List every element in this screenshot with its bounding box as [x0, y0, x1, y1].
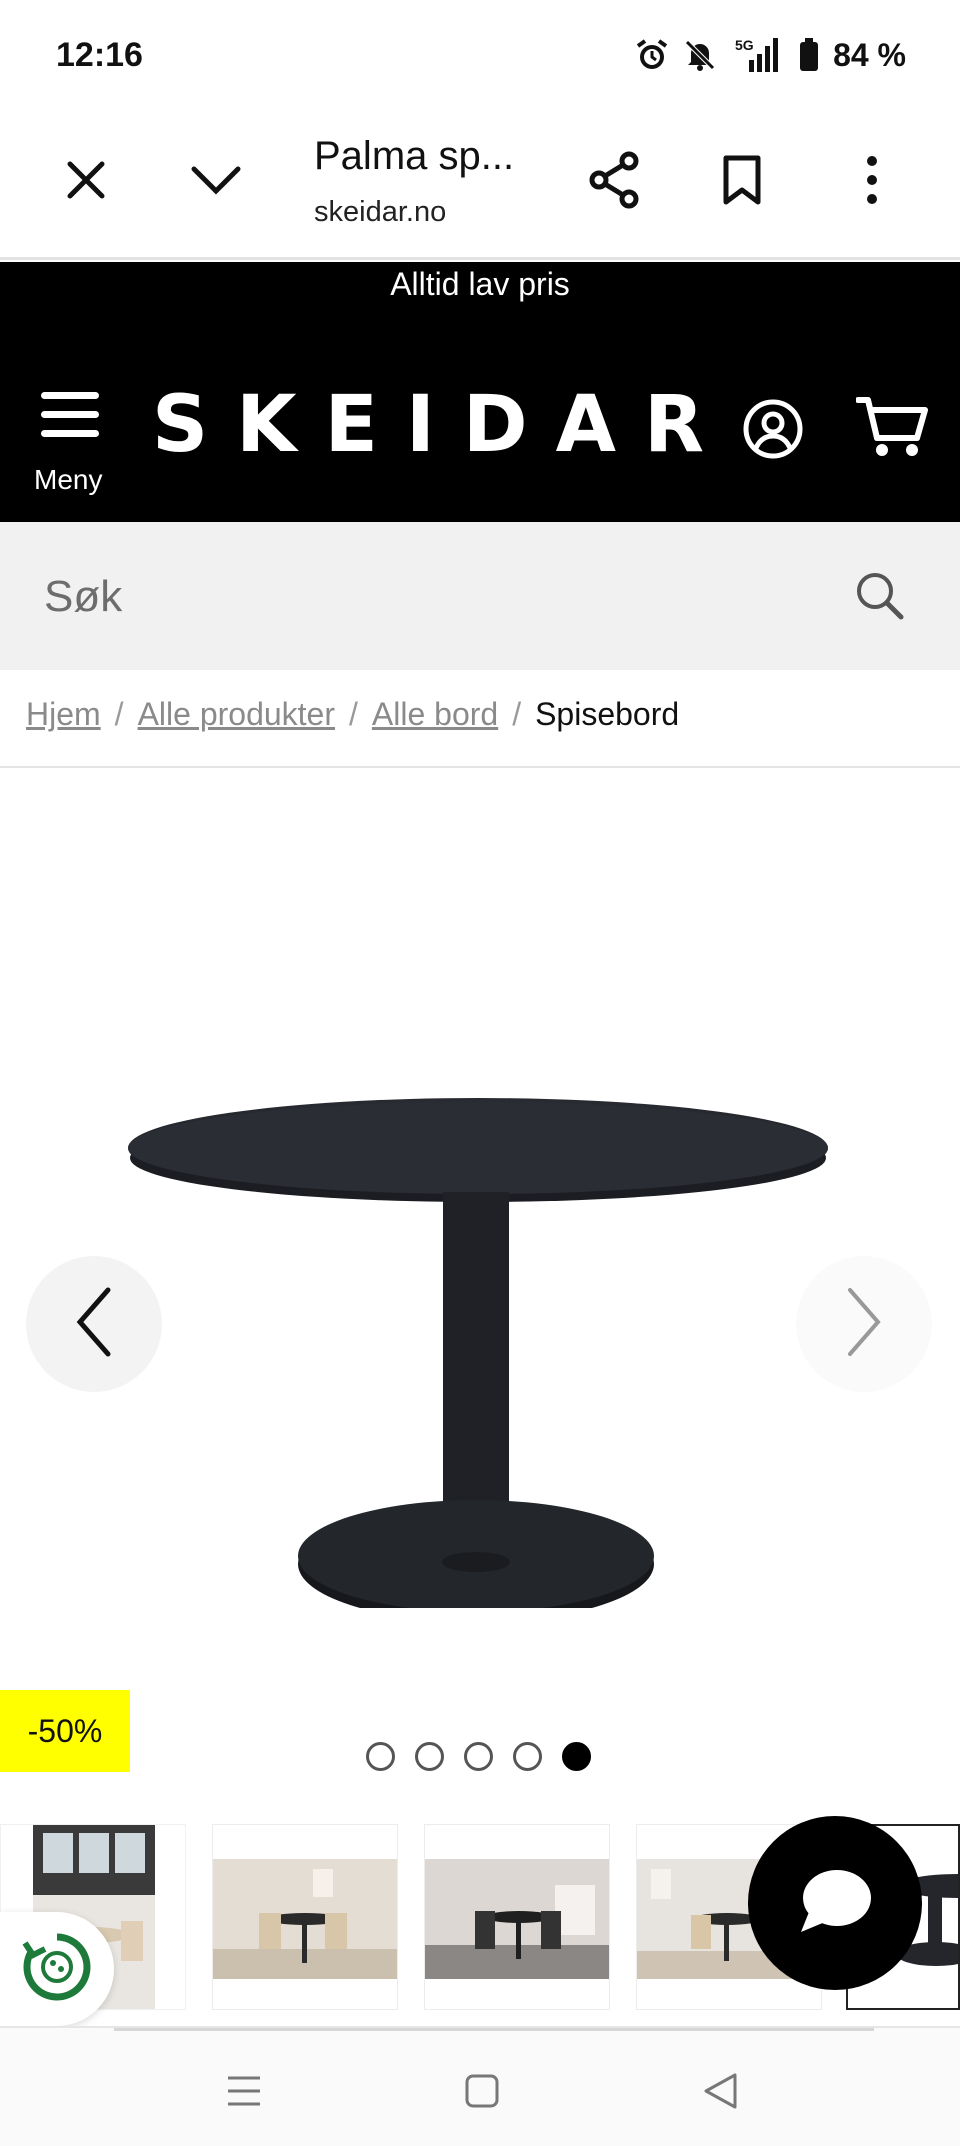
gallery-dot[interactable] [513, 1742, 542, 1771]
divider [114, 2028, 874, 2031]
signal-5g-icon: 5G [731, 36, 785, 74]
site-header: Alltid lav pris Meny SKEIDAR [0, 262, 960, 522]
breadcrumb-current: Spisebord [535, 696, 680, 732]
search-button[interactable] [852, 568, 908, 629]
home-button[interactable] [452, 2068, 512, 2118]
back-triangle-icon [703, 2073, 737, 2114]
account-icon [742, 399, 804, 464]
account-button[interactable] [742, 398, 808, 464]
gallery-dots [366, 1742, 591, 1771]
bookmark-icon [721, 154, 763, 211]
thumbnail[interactable] [424, 1824, 610, 2010]
share-icon [587, 151, 641, 214]
menu-lines-icon [226, 2074, 262, 2113]
more-options-button[interactable] [836, 146, 908, 218]
gallery-prev-button[interactable] [26, 1256, 162, 1392]
bell-off-icon [683, 38, 717, 72]
breadcrumb-separator: / [512, 696, 522, 732]
skeidar-logo[interactable]: SKEIDAR [152, 380, 732, 470]
battery-icon [799, 38, 819, 72]
recycle-icon [19, 1929, 95, 2010]
alarm-icon [635, 38, 669, 72]
page-title[interactable]: Palma sp... [314, 134, 514, 179]
thumbnail[interactable] [212, 1824, 398, 2010]
status-time: 12:16 [56, 36, 143, 74]
cart-button[interactable] [855, 394, 932, 464]
minimize-button[interactable] [180, 146, 252, 218]
bookmark-button[interactable] [706, 146, 778, 218]
discount-badge: -50% [0, 1690, 130, 1772]
close-icon [64, 158, 108, 207]
close-tab-button[interactable] [50, 146, 122, 218]
page-domain[interactable]: skeidar.no [314, 196, 446, 229]
breadcrumb: Hjem / Alle produkter / Alle bord / Spis… [26, 696, 679, 733]
eco-widget-button[interactable] [0, 1912, 114, 2026]
system-nav-bar [0, 2026, 960, 2146]
chat-button[interactable] [748, 1816, 922, 1990]
breadcrumb-link-all-products[interactable]: Alle produkter [138, 696, 335, 733]
search-input[interactable] [44, 562, 824, 632]
svg-text:5G: 5G [735, 37, 754, 53]
product-image[interactable] [120, 1048, 840, 1622]
gallery-next-button[interactable] [796, 1256, 932, 1392]
square-icon [465, 2074, 499, 2113]
product-gallery[interactable] [0, 768, 960, 1768]
breadcrumb-link-home[interactable]: Hjem [26, 696, 101, 733]
share-button[interactable] [578, 146, 650, 218]
battery-percent: 84 % [833, 36, 906, 73]
recent-apps-button[interactable] [214, 2068, 274, 2118]
status-bar: 12:16 5G 84 % [0, 0, 960, 110]
promo-banner: Alltid lav pris [390, 266, 570, 302]
menu-label: Meny [34, 464, 103, 495]
breadcrumb-link-all-tables[interactable]: Alle bord [372, 696, 498, 733]
more-vert-icon [865, 155, 879, 210]
back-button[interactable] [690, 2068, 750, 2118]
search-bar [0, 522, 960, 670]
browser-toolbar: Palma sp... skeidar.no [0, 110, 960, 260]
gallery-dot-active[interactable] [562, 1742, 591, 1771]
cart-icon [855, 397, 930, 464]
menu-button[interactable]: Meny [30, 392, 110, 495]
chevron-down-icon [190, 163, 242, 202]
breadcrumb-separator: / [114, 696, 124, 732]
gallery-dot[interactable] [366, 1742, 395, 1771]
gallery-dot[interactable] [464, 1742, 493, 1771]
menu-icon [30, 392, 110, 437]
chevron-right-icon [844, 1286, 884, 1363]
status-icons: 5G 84 % [635, 36, 906, 74]
search-icon [852, 573, 908, 628]
breadcrumb-separator: / [349, 696, 358, 732]
gallery-dot[interactable] [415, 1742, 444, 1771]
chevron-left-icon [74, 1286, 114, 1363]
chat-bubble-icon [795, 1866, 875, 1941]
